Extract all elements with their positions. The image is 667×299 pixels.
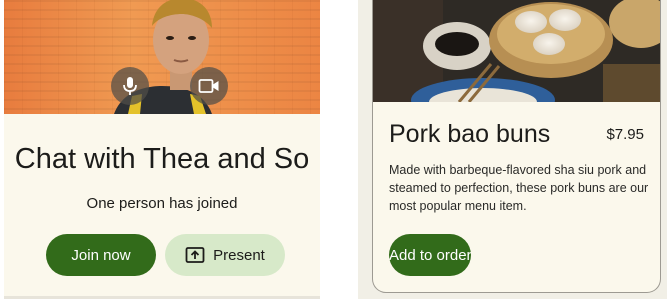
- participant-image: [114, 0, 212, 114]
- item-name: Pork bao buns: [389, 120, 551, 148]
- food-photo: [373, 0, 660, 102]
- videocam-icon: [198, 79, 219, 93]
- join-now-button[interactable]: Join now: [46, 234, 156, 276]
- participant-video: [4, 0, 320, 114]
- present-label: Present: [213, 246, 265, 264]
- present-to-all-icon: [185, 247, 205, 263]
- item-description: Made with barbeque-flavored sha siu pork…: [389, 163, 649, 213]
- present-button[interactable]: Present: [165, 234, 285, 276]
- join-now-label: Join now: [71, 246, 131, 264]
- add-to-order-button[interactable]: Add to order: [389, 234, 471, 276]
- add-to-order-label: Add to order: [389, 246, 471, 264]
- meeting-title: Chat with Thea and So: [14, 143, 310, 175]
- item-price: $7.95: [606, 126, 644, 143]
- mic-icon: [123, 77, 137, 95]
- meeting-card: Chat with Thea and So One person has joi…: [4, 0, 320, 299]
- camera-button[interactable]: [190, 67, 228, 105]
- menu-item-card[interactable]: Pork bao buns $7.95 Made with barbeque-f…: [372, 0, 661, 293]
- microphone-button[interactable]: [111, 67, 149, 105]
- participant-status: One person has joined: [86, 195, 238, 212]
